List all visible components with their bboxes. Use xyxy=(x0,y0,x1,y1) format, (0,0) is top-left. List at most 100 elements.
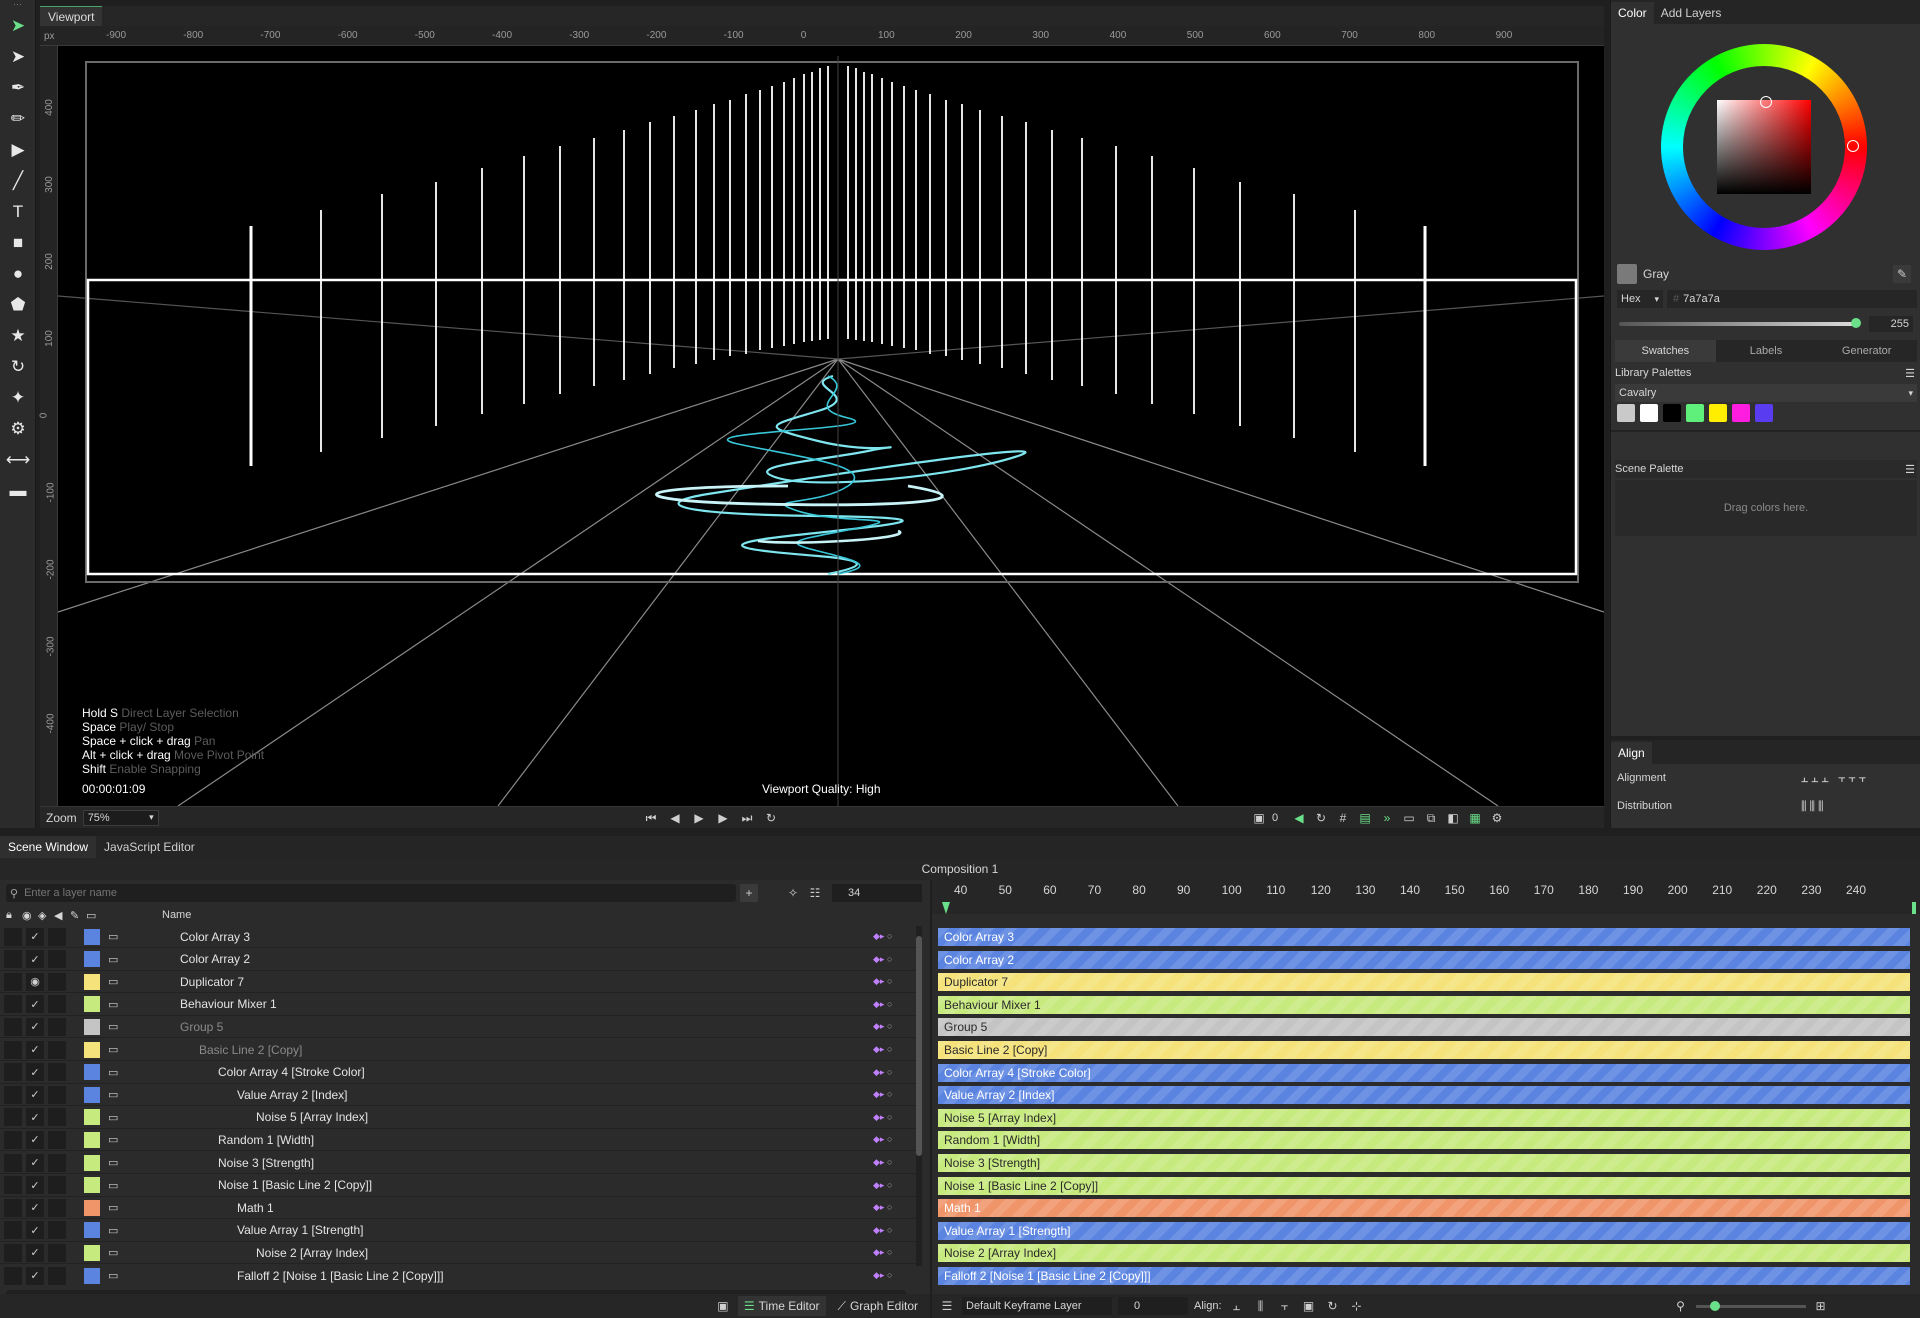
layer-mask-icon[interactable]: ▭ xyxy=(108,1224,118,1237)
viewport-canvas[interactable]: Hold S Direct Layer Selection Space Play/… xyxy=(58,46,1604,806)
lock-toggle[interactable] xyxy=(4,1176,22,1195)
layer-mask-icon[interactable]: ▭ xyxy=(108,1043,118,1056)
visibility-toggle[interactable]: ✓ xyxy=(26,1017,44,1036)
layer-color-label[interactable] xyxy=(84,928,100,945)
layer-name[interactable]: Noise 2 [Array Index] xyxy=(256,1246,368,1260)
layer-name[interactable]: Color Array 4 [Stroke Color] xyxy=(218,1065,365,1079)
playhead[interactable] xyxy=(942,902,950,914)
pill-tool-icon[interactable]: ▬ xyxy=(0,475,36,506)
curve-icon[interactable]: ↻ xyxy=(1324,1297,1342,1315)
eyedropper-icon[interactable]: ✎ xyxy=(1893,265,1911,283)
ellipse-tool-icon[interactable]: ● xyxy=(0,258,36,289)
camera-icon[interactable]: ▣ xyxy=(1250,809,1268,827)
line-tool-icon[interactable]: ╱ xyxy=(0,165,36,196)
solo-toggle[interactable] xyxy=(48,1198,66,1217)
pencil-tool-icon[interactable]: ✏ xyxy=(0,103,36,134)
loop-button[interactable]: ↻ xyxy=(762,809,780,827)
gear-icon[interactable]: ⚙ xyxy=(1488,809,1506,827)
keyframe-indicator[interactable]: ◆▸ ○ xyxy=(873,954,892,965)
layer-row[interactable]: ✓ ▭ Color Array 4 [Stroke Color] ◆▸ ○ xyxy=(0,1062,920,1084)
layer-color-label[interactable] xyxy=(84,951,100,968)
rectangle-tool-icon[interactable]: ■ xyxy=(0,227,36,258)
solo-toggle[interactable] xyxy=(48,950,66,969)
tab-swatches[interactable]: Swatches xyxy=(1615,340,1716,362)
visibility-toggle[interactable]: ✓ xyxy=(26,1063,44,1082)
keyframe-layer-select[interactable]: Default Keyframe Layer xyxy=(962,1297,1112,1315)
keyframe-value-field[interactable]: 0 xyxy=(1118,1297,1188,1315)
layers-icon[interactable]: ⧉ xyxy=(1422,809,1440,827)
lock-toggle[interactable] xyxy=(4,1017,22,1036)
layer-color-label[interactable] xyxy=(84,1041,100,1058)
menu-icon[interactable]: ☰ xyxy=(1905,463,1915,476)
layer-mask-icon[interactable]: ▭ xyxy=(108,930,118,943)
keyframe-indicator[interactable]: ◆▸ ○ xyxy=(873,1180,892,1191)
checker-icon[interactable]: ▦ xyxy=(1466,809,1484,827)
layer-row[interactable]: ✓ ▭ Noise 5 [Array Index] ◆▸ ○ xyxy=(0,1107,920,1129)
monitor-icon[interactable]: ▭ xyxy=(1400,809,1418,827)
layer-mask-icon[interactable]: ▭ xyxy=(108,1201,118,1214)
layer-row[interactable]: ◉ ▭ Duplicator 7 ◆▸ ○ xyxy=(0,971,920,994)
end-marker[interactable] xyxy=(1912,902,1916,914)
audio-icon[interactable]: ◀ xyxy=(1290,809,1308,827)
eye-icon[interactable]: ◉ xyxy=(22,909,38,922)
zoom-select[interactable]: 75% ▾ xyxy=(82,809,159,826)
keyframe-indicator[interactable]: ◆▸ ○ xyxy=(873,931,892,942)
solo-toggle[interactable] xyxy=(48,1266,66,1285)
grid-icon[interactable]: # xyxy=(1334,809,1352,827)
overlay-icon[interactable]: ◧ xyxy=(1444,809,1462,827)
visibility-toggle[interactable]: ✓ xyxy=(26,1085,44,1104)
wand-icon[interactable]: ✧ xyxy=(784,884,802,902)
layer-color-label[interactable] xyxy=(84,1199,100,1216)
alpha-slider-handle[interactable] xyxy=(1851,318,1861,328)
layer-color-label[interactable] xyxy=(84,1177,100,1194)
layers-scrollbar[interactable] xyxy=(916,926,922,1266)
layer-mask-icon[interactable]: ▭ xyxy=(108,998,118,1011)
visibility-toggle[interactable]: ✓ xyxy=(26,950,44,969)
go-to-start-button[interactable]: ⏮ xyxy=(642,809,660,827)
tab-viewport[interactable]: Viewport xyxy=(40,6,103,26)
current-color-swatch[interactable] xyxy=(1617,264,1637,284)
star-tool-icon[interactable]: ★ xyxy=(0,320,36,351)
spark-tool-icon[interactable]: ✦ xyxy=(0,382,36,413)
keyframe-indicator[interactable]: ◆▸ ○ xyxy=(873,1270,892,1281)
solo-toggle[interactable] xyxy=(48,995,66,1014)
palette-swatch[interactable] xyxy=(1663,404,1681,422)
sliders-icon[interactable]: ☷ xyxy=(806,884,824,902)
layer-color-label[interactable] xyxy=(84,1109,100,1126)
layer-row[interactable]: ✓ ▭ Color Array 2 ◆▸ ○ xyxy=(0,949,920,971)
solo-toggle[interactable] xyxy=(48,1040,66,1059)
layer-color-label[interactable] xyxy=(84,1131,100,1148)
graph-editor-button[interactable]: ⟋ Graph Editor xyxy=(832,1296,924,1316)
visibility-toggle[interactable]: ✓ xyxy=(26,1108,44,1127)
layer-name[interactable]: Value Array 2 [Index] xyxy=(237,1088,348,1102)
tag-icon[interactable]: ▭ xyxy=(86,909,102,922)
visibility-toggle[interactable]: ✓ xyxy=(26,1198,44,1217)
layer-name[interactable]: Color Array 3 xyxy=(180,930,250,944)
layer-row[interactable]: ✓ ▭ Noise 2 [Array Index] ◆▸ ○ xyxy=(0,1242,920,1265)
solo-toggle[interactable] xyxy=(48,1108,66,1127)
menu-icon[interactable]: ☰ xyxy=(1905,367,1915,380)
align-left-icon[interactable]: ⫠ xyxy=(1228,1297,1246,1315)
keyframe-indicator[interactable]: ◆▸ ○ xyxy=(873,1225,892,1236)
solo-toggle[interactable] xyxy=(48,1176,66,1195)
lock-toggle[interactable] xyxy=(4,1153,22,1172)
align-right-icon[interactable]: ⫟ xyxy=(1276,1297,1294,1315)
speaker-icon[interactable]: ◀ xyxy=(54,909,70,922)
lock-toggle[interactable] xyxy=(4,995,22,1014)
layer-color-label[interactable] xyxy=(84,1244,100,1261)
layer-name[interactable]: Value Array 1 [Strength] xyxy=(237,1223,364,1237)
layer-color-label[interactable] xyxy=(84,1018,100,1035)
keyframe-indicator[interactable]: ◆▸ ○ xyxy=(873,999,892,1010)
solo-toggle[interactable] xyxy=(48,1130,66,1149)
layer-name[interactable]: Math 1 xyxy=(237,1201,274,1215)
lock-toggle[interactable] xyxy=(4,1221,22,1240)
layer-mask-icon[interactable]: ▭ xyxy=(108,975,118,988)
lock-icon[interactable]: 🔒︎ xyxy=(6,909,22,922)
alpha-value[interactable]: 255 xyxy=(1869,316,1913,332)
keyframe-indicator[interactable]: ◆▸ ○ xyxy=(873,1134,892,1145)
camera-tool-icon[interactable]: ▶ xyxy=(0,134,36,165)
solo-toggle[interactable] xyxy=(48,1085,66,1104)
ruler-vertical[interactable]: 400 300 200 100 0 -100 -200 -300 -400 xyxy=(38,46,58,806)
time-editor-button[interactable]: ☰ Time Editor xyxy=(737,1296,826,1316)
lock-toggle[interactable] xyxy=(4,972,22,991)
